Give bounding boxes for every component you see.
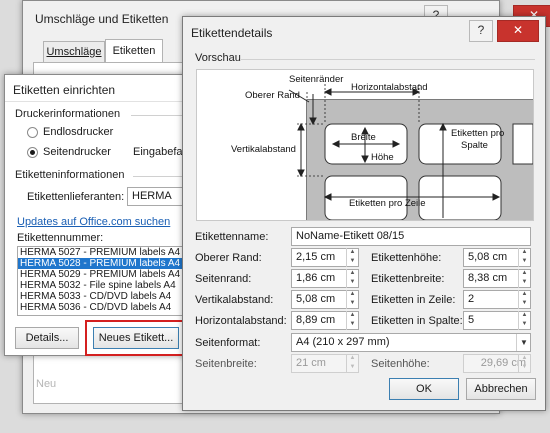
close-button[interactable]: ✕ [497,20,539,42]
cancel-button[interactable]: Abbrechen [466,378,536,400]
label-number-label: Etikettennummer: [17,232,104,244]
diagram-hoehe: Höhe [371,152,394,163]
labels-per-row-spinner[interactable]: ▲ ▼ [518,290,530,309]
diagram-etiketten-pro-zeile: Etiketten pro Zeile [349,198,426,209]
labels-per-column-label: Etiketten in Spalte: [371,315,463,327]
tab-etiketten[interactable]: Etiketten [105,39,163,63]
labels-per-row-label: Etiketten in Zeile: [371,294,456,306]
diagram-seitenraender: Seitenränder [289,74,343,85]
top-margin-label: Oberer Rand: [195,252,262,264]
label-name-label: Etikettenname: [195,231,269,243]
new-label-button[interactable]: Neues Etikett... [93,327,179,349]
label-info-heading: Etiketteninformationen [15,169,125,181]
diagram-breite: Breite [351,132,376,143]
dialog-title: Etiketten einrichten [13,83,116,97]
page-height-spinner: ▲ ▼ [518,354,530,373]
label-width-spinner[interactable]: ▲ ▼ [518,269,530,288]
diagram-horizontalabstand: Horizontalabstand [351,82,428,93]
page-printer-label: Seitendrucker [43,146,111,158]
vertical-spacing-label: Vertikalabstand: [195,294,274,306]
diagram-etiketten-pro-spalte-2: Spalte [461,140,488,151]
continuous-printer-label: Endlosdrucker [43,126,114,138]
page-width-label: Seitenbreite: [195,358,257,370]
label-cell [512,123,534,165]
diagram-oberer-rand: Oberer Rand [245,90,300,101]
diagram-etiketten-pro-spalte: Etiketten pro [451,128,504,139]
preview-area: Seitenränder Oberer Rand Horizontalabsta… [196,69,534,221]
list-item[interactable]: HERMA 5032 - File spine labels A4 [18,280,192,291]
list-item-selected[interactable]: HERMA 5028 - PREMIUM labels A4 [18,258,192,269]
chevron-down-icon[interactable]: ▼ [516,334,531,351]
top-margin-spinner[interactable]: ▲ ▼ [346,248,358,267]
tab-umschlaege[interactable]: Umschläge [43,41,105,62]
label-setup-dialog: Etiketten einrichten Druckerinformatione… [4,74,196,356]
label-diagram: Seitenränder Oberer Rand Horizontalabsta… [231,74,534,221]
label-width-label: Etikettenbreite: [371,273,445,285]
label-number-list[interactable]: HERMA 5027 - PREMIUM labels A4 HERMA 502… [17,246,193,316]
update-link[interactable]: Updates auf Office.com suchen [17,216,170,228]
ok-button[interactable]: OK [389,378,459,400]
label-height-spinner[interactable]: ▲ ▼ [518,248,530,267]
dialog-title: Etikettendetails [191,26,273,40]
dialog-title: Umschläge und Etiketten [35,12,169,26]
tray-label: Eingabefa [133,146,183,158]
details-button[interactable]: Details... [15,327,79,349]
page-height-label: Seitenhöhe: [371,358,430,370]
page-format-label: Seitenformat: [195,337,261,349]
label-cell [418,175,502,221]
printer-info-heading: Druckerinformationen [15,108,121,120]
diagram-vertikalabstand: Vertikalabstand [231,144,296,155]
help-button[interactable]: ? [469,20,493,42]
divider [5,101,195,102]
label-details-dialog: Etikettendetails ? ✕ Vorschau Seitenränd… [182,16,546,411]
faded-text: Neu [36,378,57,390]
side-margin-spinner[interactable]: ▲ ▼ [346,269,358,288]
side-margin-label: Seitenrand: [195,273,252,285]
labels-per-column-spinner[interactable]: ▲ ▼ [518,311,530,330]
continuous-printer-radio[interactable] [27,127,38,138]
list-item[interactable]: HERMA 5033 - CD/DVD labels A4 [18,291,192,302]
label-height-label: Etikettenhöhe: [371,252,442,264]
preview-heading: Vorschau [195,52,241,64]
page-format-select[interactable]: A4 (210 x 297 mm) [291,333,531,352]
vendor-label: Etikettenlieferanten: [27,191,125,203]
horizontal-spacing-label: Horizontalabstand: [195,315,287,327]
page-width-spinner: ▲ ▼ [346,354,358,373]
horizontal-spacing-spinner[interactable]: ▲ ▼ [346,311,358,330]
list-item[interactable]: HERMA 5027 - PREMIUM labels A4 [18,247,192,258]
page-printer-radio[interactable] [27,147,38,158]
list-item[interactable]: HERMA 5029 - PREMIUM labels A4 [18,269,192,280]
label-name-input[interactable]: NoName-Etikett 08/15 [291,227,531,246]
list-item[interactable]: HERMA 5036 - CD/DVD labels A4 [18,302,192,313]
divider [241,59,535,60]
vertical-spacing-spinner[interactable]: ▲ ▼ [346,290,358,309]
